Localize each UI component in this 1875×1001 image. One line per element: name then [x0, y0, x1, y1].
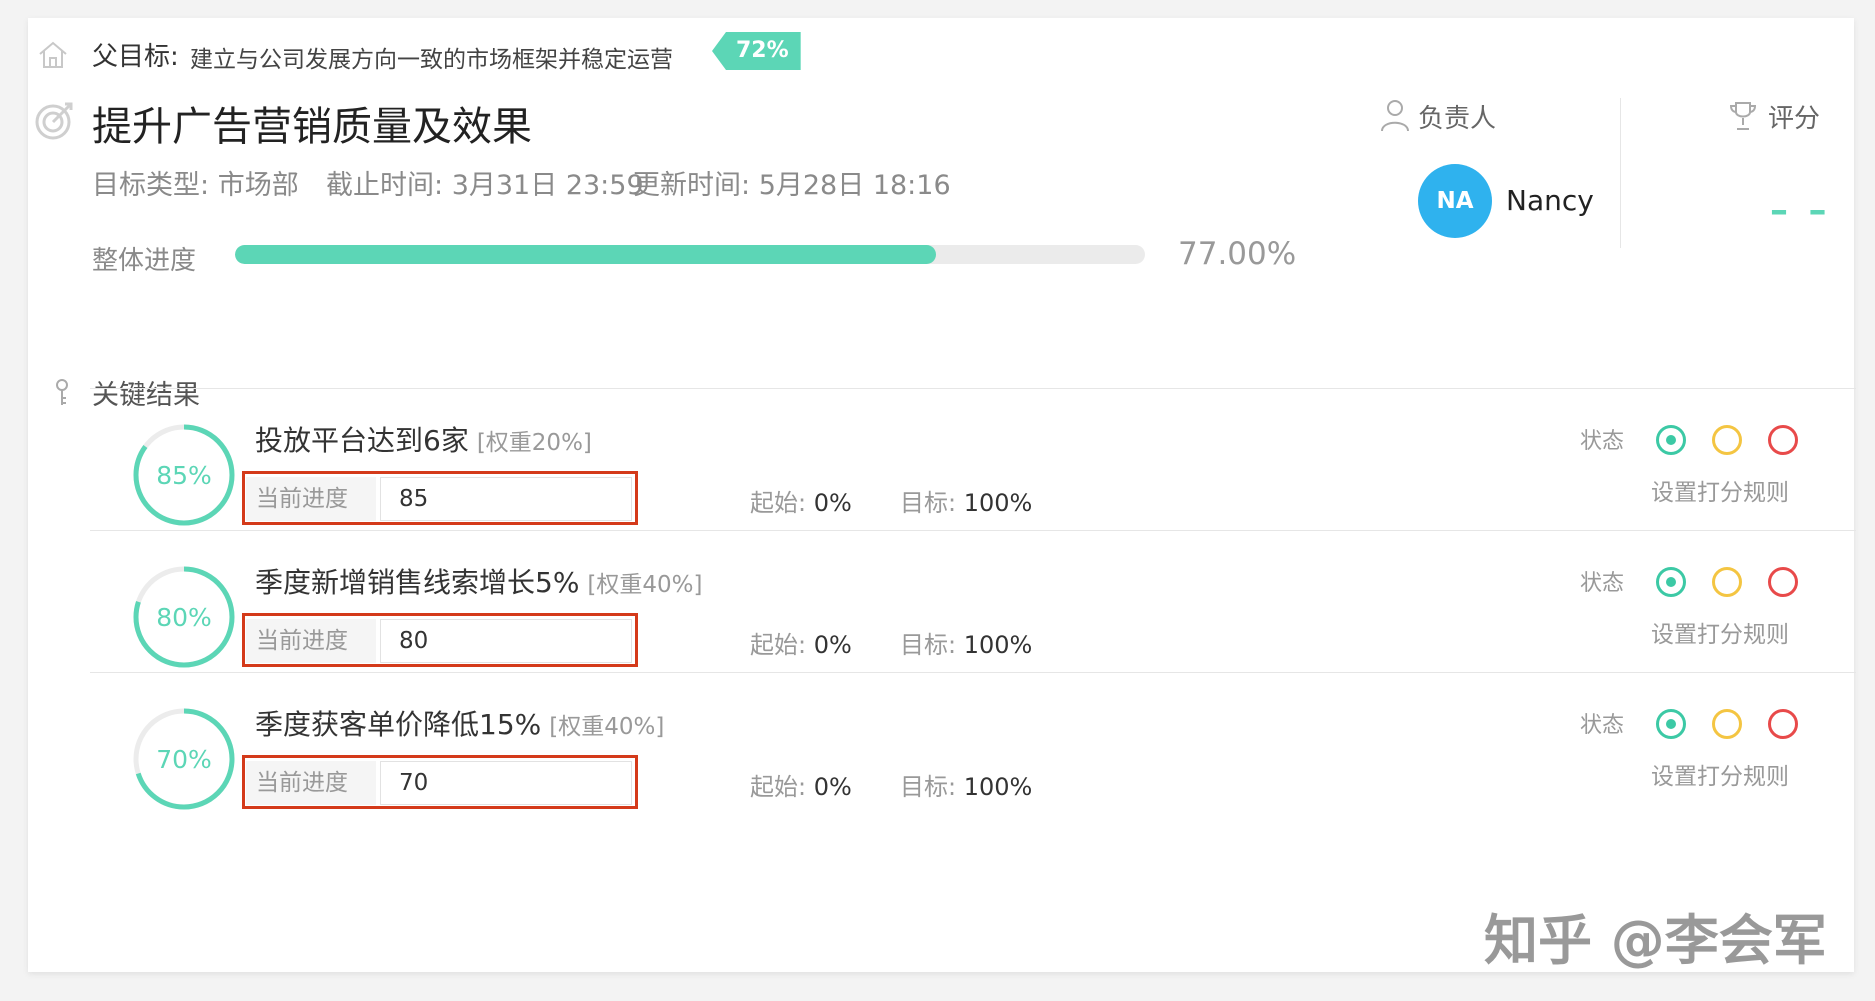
kr-input-label: 当前进度 [246, 619, 376, 663]
parent-objective-label: 父目标: [92, 42, 179, 72]
kr-weight: [权重20%] [476, 430, 592, 456]
kr-title-text: 投放平台达到6家 [255, 424, 469, 457]
kr-percent: 70% [156, 744, 212, 774]
set-scoring-rules-link[interactable]: 设置打分规则 [1651, 615, 1789, 649]
kr-target-label: 目标: [900, 489, 957, 517]
deadline-label: 截止时间: [326, 170, 444, 201]
kr-start-value: 0% [813, 489, 852, 517]
kr-start-label: 起始: [750, 489, 807, 517]
score-label: 评分 [1768, 104, 1821, 134]
kr-weight: [权重40%] [549, 714, 665, 740]
parent-objective-title[interactable]: 建立与公司发展方向一致的市场框架并稳定运营 [190, 40, 673, 74]
status-yellow-radio[interactable] [1712, 425, 1742, 455]
objective-type-label: 目标类型: [92, 170, 210, 201]
deadline-value: 3月31日 23:59 [451, 170, 644, 201]
kr-start-label: 起始: [750, 631, 807, 659]
kr-start: 起始: 0% [750, 767, 852, 802]
status-yellow-radio[interactable] [1712, 567, 1742, 597]
overall-progress-label: 整体进度 [92, 246, 197, 276]
status-green-radio[interactable] [1656, 709, 1686, 739]
overall-progress-bar [235, 245, 1145, 264]
kr-percent: 85% [156, 460, 212, 490]
kr-weight: [权重40%] [587, 572, 703, 598]
kr-status-label: 状态 [1580, 571, 1625, 596]
header-divider [1620, 98, 1621, 248]
kr-current-progress-input[interactable]: 85 [380, 477, 632, 521]
kr-title[interactable]: 季度新增销售线索增长5% [权重40%] [255, 561, 703, 601]
status-green-radio[interactable] [1656, 425, 1686, 455]
person-icon [1381, 100, 1409, 132]
objective-type: 目标类型: 市场部 [92, 163, 299, 202]
kr-title[interactable]: 投放平台达到6家 [权重20%] [255, 419, 592, 459]
kr-status-label: 状态 [1580, 713, 1625, 738]
kr-target-value: 100% [963, 489, 1033, 517]
score-value[interactable]: – – [1770, 190, 1831, 231]
okr-card: 父目标: 建立与公司发展方向一致的市场框架并稳定运营 72% 提升广告营销质量及… [28, 18, 1856, 972]
kr-start-value: 0% [813, 773, 852, 801]
set-scoring-rules-link[interactable]: 设置打分规则 [1651, 757, 1789, 791]
kr-status-label: 状态 [1580, 429, 1625, 454]
trophy-icon [1729, 102, 1757, 130]
kr-title[interactable]: 季度获客单价降低15% [权重40%] [255, 703, 664, 743]
kr-start-label: 起始: [750, 773, 807, 801]
key-result-row: 70% 季度获客单价降低15% [权重40%] 当前进度 70 起始: 0% 目标… [90, 672, 1856, 843]
kr-current-progress-input[interactable]: 80 [380, 619, 632, 663]
status-red-radio[interactable] [1768, 709, 1798, 739]
kr-input-label: 当前进度 [246, 761, 376, 805]
status-green-radio[interactable] [1656, 567, 1686, 597]
watermark: 知乎 @李会军 [1484, 909, 1827, 972]
parent-progress-badge: 72% [712, 32, 801, 70]
set-scoring-rules-link[interactable]: 设置打分规则 [1651, 473, 1789, 507]
overall-progress-text: 77.00% [1178, 236, 1297, 272]
objective-updated: 更新时间: 5月28日 18:16 [633, 163, 951, 202]
objective-type-value: 市场部 [217, 170, 299, 201]
kr-target-value: 100% [963, 773, 1033, 801]
owner-name[interactable]: Nancy [1506, 184, 1594, 217]
home-icon[interactable] [36, 38, 70, 72]
avatar[interactable]: NA [1418, 164, 1492, 238]
kr-title-text: 季度新增销售线索增长5% [255, 566, 580, 599]
updated-value: 5月28日 18:16 [758, 170, 951, 201]
kr-target: 目标: 100% [900, 483, 1032, 518]
kr-start: 起始: 0% [750, 483, 852, 518]
kr-target-label: 目标: [900, 631, 957, 659]
owner-label: 负责人 [1418, 104, 1497, 134]
kr-percent: 80% [156, 602, 212, 632]
kr-current-progress-input[interactable]: 70 [380, 761, 632, 805]
kr-input-label: 当前进度 [246, 477, 376, 521]
status-yellow-radio[interactable] [1712, 709, 1742, 739]
target-icon [35, 102, 73, 140]
kr-start: 起始: 0% [750, 625, 852, 660]
status-red-radio[interactable] [1768, 567, 1798, 597]
status-red-radio[interactable] [1768, 425, 1798, 455]
overall-progress-fill [235, 245, 936, 264]
kr-target: 目标: 100% [900, 625, 1032, 660]
kr-start-value: 0% [813, 631, 852, 659]
updated-label: 更新时间: [633, 170, 751, 201]
key-icon [56, 379, 68, 405]
kr-target-label: 目标: [900, 773, 957, 801]
kr-target-value: 100% [963, 631, 1033, 659]
objective-deadline: 截止时间: 3月31日 23:59 [326, 163, 644, 202]
kr-target: 目标: 100% [900, 767, 1032, 802]
objective-title: 提升广告营销质量及效果 [92, 104, 532, 150]
kr-title-text: 季度获客单价降低15% [255, 708, 542, 741]
